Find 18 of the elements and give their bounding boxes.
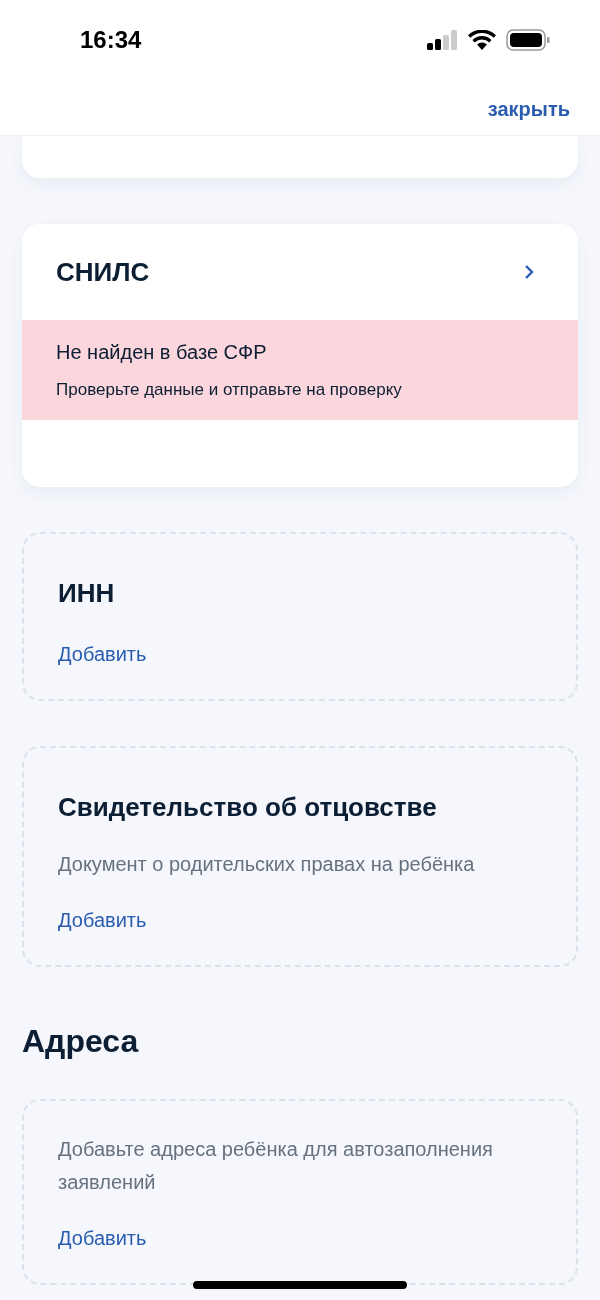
card-title: Свидетельство об отцовстве	[58, 791, 438, 824]
error-title: Не найден в базе СФР	[56, 340, 268, 366]
snils-card[interactable]: СНИЛС Не найден в базе СФР Проверьте данные и отправьте на проверку	[22, 224, 578, 487]
card-description: Документ о родительских правах на ребёнка	[58, 852, 476, 877]
signal-icon	[427, 30, 458, 50]
chevron-right-icon	[524, 264, 534, 280]
status-time: 16:34	[80, 25, 142, 55]
close-link[interactable]: закрыть	[487, 94, 570, 124]
card-title: ИНН	[58, 577, 116, 610]
section-heading: Адреса	[22, 1022, 140, 1061]
add-link[interactable]: Добавить	[58, 1223, 147, 1253]
wifi-icon	[468, 30, 496, 50]
error-message: Проверьте данные и отправьте на проверку	[56, 379, 403, 402]
card-title: СНИЛС	[56, 255, 150, 289]
battery-icon	[506, 29, 550, 51]
add-link[interactable]: Добавить	[58, 905, 147, 935]
card-description: Добавьте адреса ребёнка для автозаполнения заявлений	[58, 1137, 494, 1195]
add-link[interactable]: Добавить	[58, 639, 147, 669]
